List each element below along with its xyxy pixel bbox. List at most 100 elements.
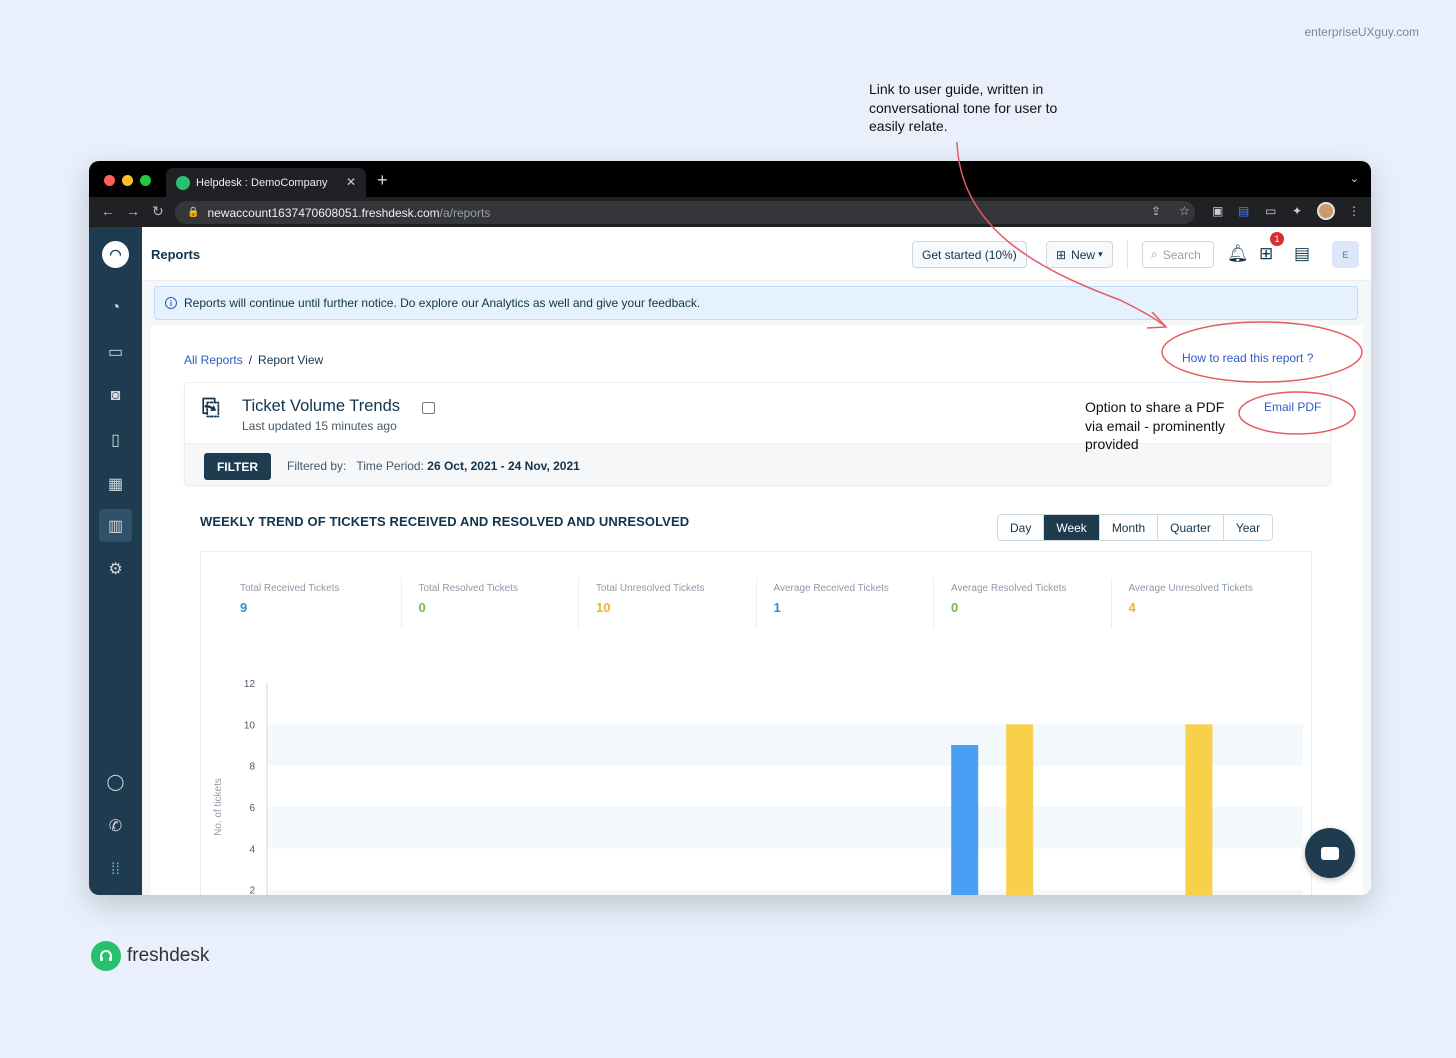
maximize-window-dot[interactable] <box>140 175 151 186</box>
share-icon[interactable]: ⇪ <box>1151 204 1161 218</box>
page-title: Reports <box>151 247 201 262</box>
admin-gear-icon[interactable]: ⚙ <box>99 552 132 585</box>
gift-icon[interactable]: ⊞ <box>1259 244 1273 264</box>
last-updated: Last updated 15 minutes ago <box>242 419 397 433</box>
notice-text: Reports will continue until further noti… <box>184 296 701 310</box>
bar-unresolved <box>1185 724 1213 895</box>
new-label: New <box>1071 247 1096 262</box>
stat-label: Average Unresolved Tickets <box>1128 583 1253 594</box>
stat-label: Total Received Tickets <box>240 583 340 594</box>
calendar-schedule-icon[interactable]: ▤ <box>1294 244 1310 264</box>
close-tab-icon[interactable]: ✕ <box>346 175 356 189</box>
minimize-window-dot[interactable] <box>122 175 133 186</box>
grid-band <box>267 889 1303 895</box>
favicon-icon <box>176 175 190 190</box>
time-period-label: Time Period: <box>356 459 424 473</box>
contacts-icon[interactable]: ◙ <box>99 379 132 412</box>
annotation-user-guide: Link to user guide, written in conversat… <box>869 81 1058 134</box>
grid-band <box>267 807 1303 849</box>
breadcrumb-all-reports[interactable]: All Reports <box>184 353 243 367</box>
chevron-down-icon: ▾ <box>1098 249 1103 259</box>
stat-card: Average Received Tickets 1 <box>755 578 934 628</box>
back-icon[interactable]: ← <box>101 203 115 219</box>
period-day-button[interactable]: Day <box>998 515 1045 540</box>
address-bar[interactable]: 🔒 newaccount1637470608051.freshdesk.com /… <box>175 201 1195 224</box>
forward-icon[interactable]: → <box>126 203 140 219</box>
new-tab-icon[interactable]: + <box>377 170 388 191</box>
y-tick-label: 10 <box>244 720 256 731</box>
brand-name: freshdesk <box>127 945 210 966</box>
stat-card: Total Received Tickets 9 <box>223 578 401 628</box>
filtered-by-label: Filtered by: <box>287 459 347 473</box>
browser-tabbar: Helpdesk : DemoCompany ✕ + ⌄ <box>89 161 1371 197</box>
y-tick-label: 2 <box>249 886 255 895</box>
bar-received <box>951 745 979 895</box>
period-year-button[interactable]: Year <box>1223 515 1273 540</box>
bar-unresolved <box>1006 724 1034 895</box>
docs-extension-icon[interactable]: ▤ <box>1238 204 1249 218</box>
close-window-dot[interactable] <box>104 175 115 186</box>
new-button[interactable]: ⊞ New ▾ <box>1046 241 1113 268</box>
notification-bell-icon[interactable]: 🔔︎ <box>1227 244 1249 264</box>
filter-button[interactable]: FILTER <box>204 453 271 480</box>
y-axis-title: No. of tickets <box>213 778 224 836</box>
app-switcher-icon[interactable]: ⁞⁞ <box>99 853 132 886</box>
search-input[interactable]: ⌕ Search <box>1142 241 1214 268</box>
gift-badge: 1 <box>1270 232 1284 246</box>
browser-menu-icon[interactable]: ⋮ <box>1348 204 1360 218</box>
freshdesk-logo-icon[interactable]: ◠ <box>102 241 129 268</box>
calendar-icon[interactable] <box>422 402 435 414</box>
reports-icon[interactable]: ▥ <box>99 509 132 542</box>
cast-icon[interactable]: ▭ <box>1265 204 1276 218</box>
bookmark-star-icon[interactable]: ☆ <box>1179 204 1190 218</box>
plus-square-icon: ⊞ <box>1056 247 1067 262</box>
top-nav: Reports Get started (10%) ⊞ New ▾ ⌕ Sear… <box>142 227 1371 281</box>
annotation-email-pdf: Option to share a PDF via email - promin… <box>1085 399 1226 452</box>
solutions-book-icon[interactable]: ▯ <box>99 423 132 456</box>
breadcrumb-current: Report View <box>258 353 324 367</box>
report-title: Ticket Volume Trends <box>242 397 401 415</box>
stat-label: Total Resolved Tickets <box>418 583 519 594</box>
period-month-button[interactable]: Month <box>1099 515 1159 540</box>
stat-card: Average Unresolved Tickets 4 <box>1110 578 1289 628</box>
main-content: i Reports will continue until further no… <box>142 281 1371 895</box>
sidebar: ◠ ◔ ▭ ◙ ▯ ▦ ▥ ⚙ ◯ ✆ ⁞⁞ <box>89 227 142 895</box>
how-to-read-link[interactable]: How to read this report ? <box>1182 351 1313 365</box>
chat-icon[interactable]: ◯ <box>99 765 132 798</box>
phone-icon[interactable]: ✆ <box>99 809 132 842</box>
grid-band <box>267 724 1303 766</box>
stat-card: Total Unresolved Tickets 10 <box>578 578 756 628</box>
tickets-icon[interactable]: ▭ <box>99 335 132 368</box>
reader-icon[interactable]: ▣ <box>1212 204 1223 218</box>
breadcrumb: All Reports / Report View <box>184 353 323 367</box>
period-week-button[interactable]: Week <box>1044 515 1100 540</box>
time-period-value: 26 Oct, 2021 - 24 Nov, 2021 <box>427 459 580 473</box>
browser-tab[interactable]: Helpdesk : DemoCompany ✕ <box>166 168 366 197</box>
stat-label: Average Resolved Tickets <box>951 583 1067 594</box>
stat-value: 1 <box>773 600 781 615</box>
info-icon: i <box>165 297 177 309</box>
freshdesk-brand: freshdesk <box>91 941 209 971</box>
period-quarter-button[interactable]: Quarter <box>1158 515 1224 540</box>
forums-icon[interactable]: ▦ <box>99 467 132 500</box>
chat-widget-button[interactable] <box>1305 828 1355 878</box>
reload-icon[interactable]: ↻ <box>152 203 164 220</box>
period-toggle: Day Week Month Quarter Year <box>997 514 1274 541</box>
chart-container: Total Received Tickets 9 Total Resolved Ti… <box>200 551 1312 895</box>
stat-card: Total Resolved Tickets 0 <box>400 578 579 628</box>
user-avatar[interactable]: E <box>1332 241 1359 268</box>
extensions-puzzle-icon[interactable]: ✦ <box>1292 204 1302 218</box>
browser-toolbar: ← → ↻ 🔒 newaccount1637470608051.freshdes… <box>89 197 1371 227</box>
email-pdf-link[interactable]: Email PDF <box>1264 400 1321 414</box>
stat-label: Average Received Tickets <box>773 583 889 594</box>
browser-window: Helpdesk : DemoCompany ✕ + ⌄ ← → ↻ 🔒 new… <box>89 161 1371 895</box>
dashboard-icon[interactable]: ◔ <box>99 291 132 324</box>
bar-chart: 024681012No. of tickets26 Oct 01 Nov 08 No… <box>213 679 1303 895</box>
tab-search-chevron-icon[interactable]: ⌄ <box>1350 172 1359 185</box>
profile-avatar[interactable] <box>1317 202 1335 220</box>
ticket-trend-icon: ⎘ <box>202 395 220 420</box>
lock-icon: 🔒 <box>187 207 200 218</box>
notice-banner: i Reports will continue until further no… <box>154 286 1358 320</box>
get-started-button[interactable]: Get started (10%) <box>912 241 1027 268</box>
chat-bubble-icon <box>1321 846 1339 860</box>
